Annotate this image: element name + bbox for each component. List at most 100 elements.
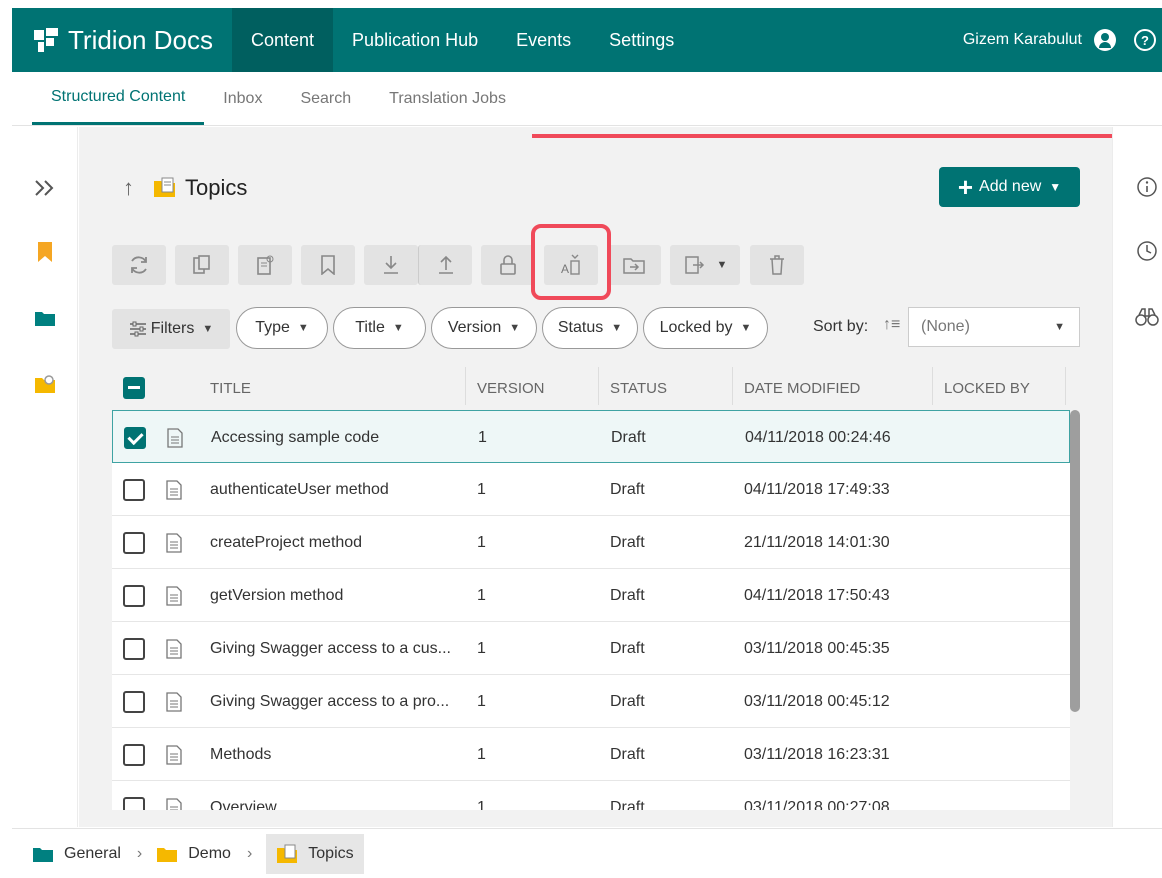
topic-document-icon <box>166 569 182 622</box>
table-row[interactable]: createProject method 1 Draft 21/11/2018 … <box>112 516 1070 569</box>
row-checkbox[interactable] <box>123 622 145 675</box>
column-version[interactable]: VERSION <box>477 367 545 409</box>
tab-structured-content[interactable]: Structured Content <box>32 72 205 125</box>
row-checkbox[interactable] <box>123 728 145 781</box>
tab-translation-jobs[interactable]: Translation Jobs <box>370 72 525 125</box>
row-checkbox[interactable] <box>123 569 145 622</box>
grid-header: TITLE VERSION STATUS DATE MODIFIED LOCKE… <box>112 367 1070 409</box>
table-row[interactable]: Giving Swagger access to a pro... 1 Draf… <box>112 675 1070 728</box>
breadcrumb-label: Demo <box>188 844 231 862</box>
filter-version-label: Version <box>447 319 502 336</box>
expand-panel-icon[interactable] <box>32 175 58 201</box>
breadcrumb-item-topics[interactable]: Topics <box>266 833 364 874</box>
bookmark-button[interactable] <box>301 245 355 285</box>
scrollbar-thumb[interactable] <box>1070 410 1080 712</box>
check-in-button[interactable] <box>238 245 292 285</box>
table-row[interactable]: Giving Swagger access to a cus... 1 Draf… <box>112 622 1070 675</box>
lock-button[interactable] <box>481 245 535 285</box>
column-date-modified[interactable]: DATE MODIFIED <box>744 367 860 409</box>
folder-icon[interactable] <box>32 305 58 331</box>
move-button[interactable] <box>607 245 661 285</box>
select-all-checkbox[interactable] <box>123 367 145 409</box>
table-row[interactable]: Overview 1 Draft 03/11/2018 00:27:08 <box>112 781 1070 810</box>
table-row[interactable]: Accessing sample code 1 Draft 04/11/2018… <box>112 410 1070 463</box>
topic-document-icon <box>167 411 183 464</box>
refresh-button[interactable] <box>112 245 166 285</box>
column-status[interactable]: STATUS <box>610 367 667 409</box>
sort-direction-icon[interactable]: ↑≡ <box>883 316 900 334</box>
filter-type[interactable]: Type ▼ <box>236 307 328 349</box>
help-icon[interactable]: ? <box>1134 29 1156 51</box>
table-row[interactable]: authenticateUser method 1 Draft 04/11/20… <box>112 463 1070 516</box>
topic-document-icon <box>166 516 182 569</box>
row-date-modified: 03/11/2018 00:27:08 <box>744 798 890 811</box>
indeterminate-checkbox-icon <box>123 377 145 399</box>
chevron-right-icon: › <box>246 844 253 862</box>
binoculars-icon[interactable] <box>1135 305 1159 329</box>
app-brand-name: Tridion Docs <box>68 24 213 55</box>
breadcrumb-label: General <box>64 844 121 862</box>
column-locked-by[interactable]: LOCKED BY <box>944 367 1030 409</box>
upload-icon <box>438 255 453 274</box>
nav-publication-hub[interactable]: Publication Hub <box>333 8 497 72</box>
row-date-modified: 04/11/2018 17:50:43 <box>744 586 890 604</box>
row-version: 1 <box>477 480 486 498</box>
row-title[interactable]: Giving Swagger access to a cus... <box>210 622 451 675</box>
column-title[interactable]: TITLE <box>210 367 251 409</box>
table-row[interactable]: Methods 1 Draft 03/11/2018 16:23:31 <box>112 728 1070 781</box>
row-checkbox[interactable] <box>123 516 145 569</box>
tab-inbox[interactable]: Inbox <box>204 72 281 125</box>
check-out-button[interactable] <box>175 245 229 285</box>
folder-header: Topics <box>153 175 247 201</box>
filter-title[interactable]: Title ▼ <box>333 307 426 349</box>
export-button[interactable]: ▼ <box>670 245 740 285</box>
breadcrumb-item-demo[interactable]: Demo <box>156 834 241 874</box>
user-icon[interactable] <box>1094 29 1116 51</box>
chevron-down-icon: ▼ <box>392 322 404 334</box>
delete-button[interactable] <box>750 245 804 285</box>
row-checkbox[interactable] <box>123 463 145 516</box>
table-row[interactable]: getVersion method 1 Draft 04/11/2018 17:… <box>112 569 1070 622</box>
filters-button[interactable]: Filters ▼ <box>112 309 230 349</box>
filter-version[interactable]: Version ▼ <box>431 307 537 349</box>
row-status: Draft <box>610 745 645 763</box>
row-title[interactable]: authenticateUser method <box>210 463 389 516</box>
row-title[interactable]: Giving Swagger access to a pro... <box>210 675 449 728</box>
topic-document-icon <box>166 622 182 675</box>
row-title[interactable]: Overview <box>210 781 277 811</box>
sort-select[interactable]: (None) ▼ <box>908 307 1080 347</box>
row-checkbox[interactable] <box>123 781 145 810</box>
info-icon[interactable] <box>1135 175 1159 199</box>
row-title[interactable]: Methods <box>210 728 271 781</box>
upload-button[interactable] <box>418 245 472 285</box>
checkbox-icon <box>123 690 145 713</box>
left-rail <box>12 127 78 827</box>
nav-content-label: Content <box>251 29 315 50</box>
history-clock-icon[interactable] <box>1135 239 1159 263</box>
tab-search[interactable]: Search <box>281 72 370 125</box>
app-logo[interactable]: Tridion Docs <box>12 8 232 72</box>
add-new-button[interactable]: + Add new ▼ <box>939 167 1080 207</box>
breadcrumb-item-general[interactable]: General <box>32 834 131 874</box>
nav-events[interactable]: Events <box>497 8 590 72</box>
filter-locked-by[interactable]: Locked by ▼ <box>643 307 768 349</box>
row-checkbox[interactable] <box>124 411 146 464</box>
row-title[interactable]: Accessing sample code <box>211 411 379 464</box>
user-name[interactable]: Gizem Karabulut <box>963 31 1082 49</box>
filter-type-label: Type <box>255 319 290 336</box>
row-title[interactable]: createProject method <box>210 516 362 569</box>
folder-settings-icon[interactable] <box>32 371 58 397</box>
row-checkbox[interactable] <box>123 675 145 728</box>
row-date-modified: 21/11/2018 14:01:30 <box>744 533 890 551</box>
filter-title-label: Title <box>355 319 385 336</box>
filter-status[interactable]: Status ▼ <box>542 307 638 349</box>
nav-settings[interactable]: Settings <box>590 8 693 72</box>
navigate-up-icon[interactable]: ↑ <box>123 175 134 201</box>
nav-content[interactable]: Content <box>232 8 334 72</box>
column-divider <box>598 367 599 405</box>
row-title[interactable]: getVersion method <box>210 569 343 622</box>
download-button[interactable] <box>364 245 418 285</box>
bookmark-icon[interactable] <box>32 239 58 265</box>
chevron-down-icon: ▼ <box>1049 180 1062 194</box>
grid-scrollbar[interactable] <box>1070 410 1080 810</box>
